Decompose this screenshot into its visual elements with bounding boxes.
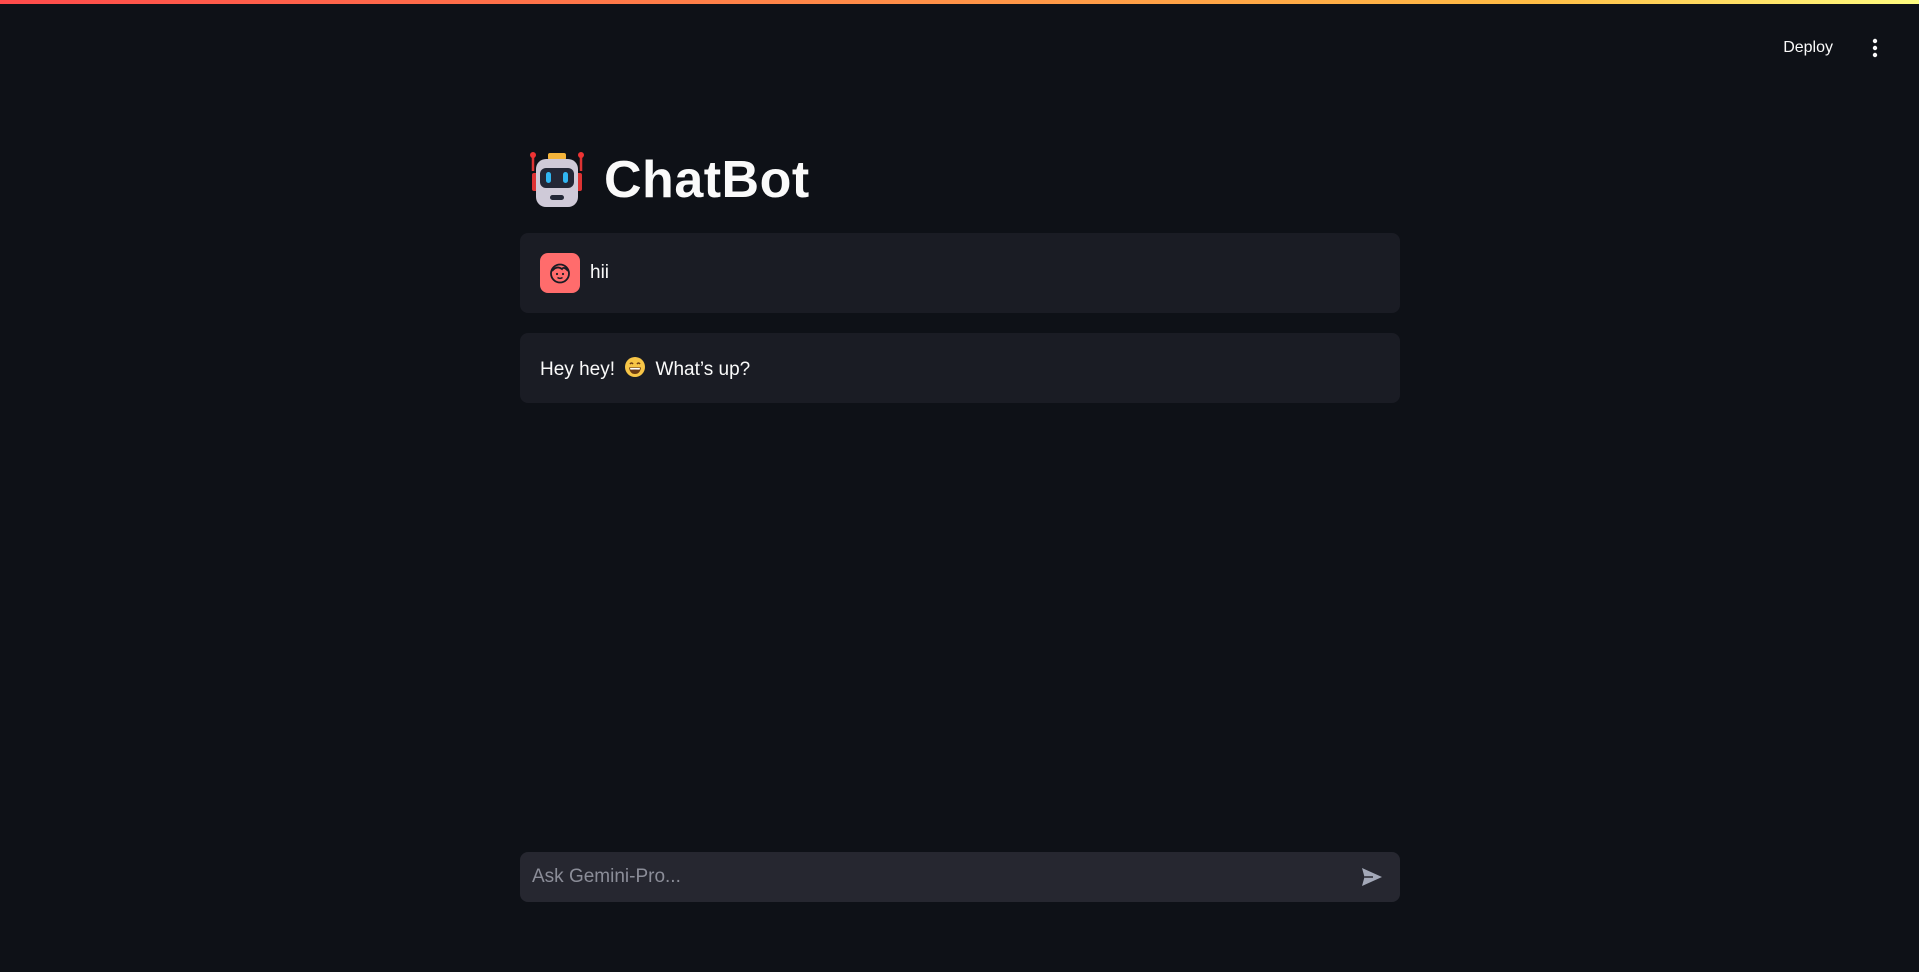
send-button[interactable]	[1354, 859, 1390, 895]
assistant-text-start: Hey hey!	[540, 358, 615, 380]
grinning-face-icon	[625, 356, 646, 377]
chat-input[interactable]	[530, 865, 1354, 889]
deploy-button[interactable]: Deploy	[1771, 31, 1845, 65]
main-menu-button[interactable]	[1861, 30, 1889, 66]
header-toolbar: Deploy	[1771, 30, 1889, 66]
main-content: ChatBot hii Hey hey! What’s up?	[520, 140, 1400, 403]
robot-icon	[530, 152, 584, 207]
kebab-menu-icon	[1872, 38, 1878, 58]
assistant-text-end: What’s up?	[655, 358, 751, 380]
user-face-icon	[550, 263, 570, 284]
page-title: ChatBot	[528, 140, 1400, 220]
chat-message-user: hii	[520, 233, 1400, 313]
user-message-text: hii	[590, 262, 610, 283]
user-avatar	[540, 253, 580, 293]
assistant-message-text: Hey hey! What’s up?	[540, 356, 750, 381]
page-title-text: ChatBot	[604, 151, 810, 209]
chat-input-container	[520, 852, 1400, 902]
send-icon	[1362, 868, 1382, 886]
top-decoration-bar	[0, 0, 1919, 4]
chat-message-assistant: Hey hey! What’s up?	[520, 333, 1400, 403]
